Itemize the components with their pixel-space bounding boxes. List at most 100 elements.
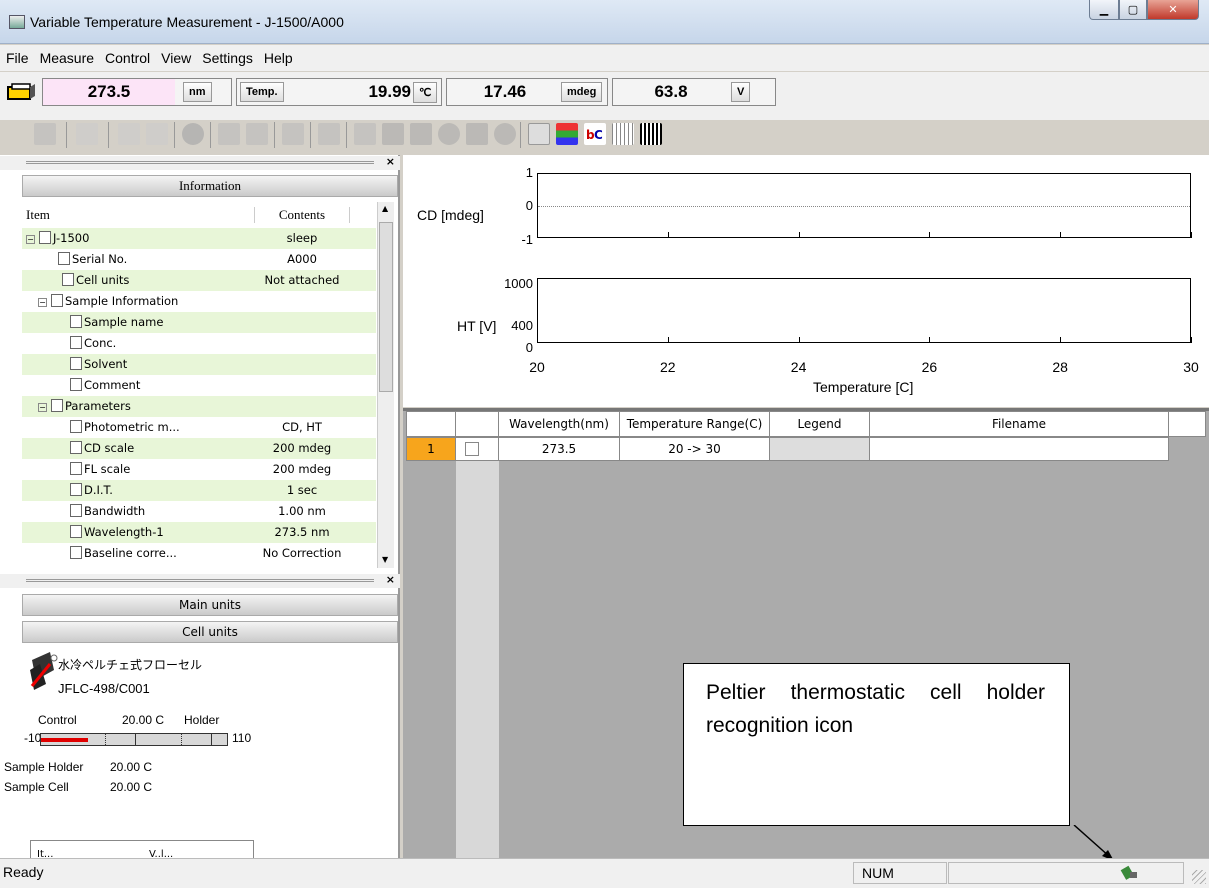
holder-label: Holder: [184, 713, 220, 727]
baseline-icon[interactable]: [246, 123, 268, 145]
cell-units-tab[interactable]: Cell units: [22, 621, 398, 643]
save-icon[interactable]: [34, 123, 56, 145]
wavelength-readout: 273.5 nm: [42, 78, 232, 106]
info-row[interactable]: Sample name: [22, 312, 376, 333]
x-tick-mark: [798, 232, 800, 238]
row-checkbox[interactable]: [465, 442, 479, 456]
disk-icon[interactable]: [146, 123, 168, 145]
col-temperature-range[interactable]: Temperature Range(C): [619, 411, 770, 437]
maximize-button[interactable]: ▢: [1119, 0, 1147, 20]
info-item: CD scale: [70, 441, 134, 455]
monitor-icon[interactable]: [318, 123, 340, 145]
bc-icon[interactable]: bC: [584, 123, 606, 145]
information-header[interactable]: Information: [22, 175, 398, 197]
info-row[interactable]: − Parameters: [22, 396, 376, 417]
bulb-icon[interactable]: [494, 123, 516, 145]
info-row[interactable]: CD scale 200 mdeg: [22, 438, 376, 459]
x-tick-mark: [1060, 232, 1062, 238]
row-wavelength[interactable]: 273.5: [498, 437, 620, 461]
info-pane-grip[interactable]: ×: [0, 155, 400, 170]
info-item-label: Cell units: [76, 273, 130, 287]
control-label: Control: [38, 713, 77, 727]
graph-icon[interactable]: [354, 123, 376, 145]
grid-check-header: [455, 411, 499, 437]
sample-cell-label: Sample Cell: [4, 780, 69, 794]
cd-readout: 17.46 mdeg: [446, 78, 608, 106]
title-bar: Variable Temperature Measurement - J-150…: [0, 0, 1209, 44]
info-item-label: Conc.: [84, 336, 117, 350]
grid-icon[interactable]: [612, 123, 634, 145]
info-scrollbar[interactable]: ▲ ▼: [377, 202, 394, 568]
info-row[interactable]: Solvent: [22, 354, 376, 375]
resize-grip[interactable]: [1192, 870, 1206, 884]
row-index[interactable]: 1: [406, 437, 456, 461]
col-contents[interactable]: Contents: [254, 207, 350, 223]
units-mini-table: It... V..l...: [30, 840, 254, 858]
stop-icon[interactable]: [182, 123, 204, 145]
status-num: NUM: [853, 862, 947, 884]
row-filename[interactable]: [869, 437, 1169, 461]
view-icon[interactable]: [528, 123, 550, 145]
close-units-pane-icon[interactable]: ×: [386, 573, 395, 586]
close-pane-icon[interactable]: ×: [386, 155, 395, 168]
info-row[interactable]: D.I.T. 1 sec: [22, 480, 376, 501]
info-row[interactable]: − J-1500 sleep: [22, 228, 376, 249]
color-bars-icon[interactable]: [556, 123, 578, 145]
data-icon[interactable]: [282, 123, 304, 145]
shutter-icon[interactable]: [438, 123, 460, 145]
ht-value: 63.8: [654, 82, 688, 101]
menu-settings[interactable]: Settings: [202, 50, 253, 66]
expand-toggle-icon[interactable]: −: [38, 298, 47, 307]
minimize-button[interactable]: ▁: [1089, 0, 1119, 20]
hand-icon[interactable]: [382, 123, 404, 145]
item-icon: [70, 546, 82, 559]
menu-view[interactable]: View: [161, 50, 191, 66]
sample-icon[interactable]: [218, 123, 240, 145]
info-contents: 1.00 nm: [278, 504, 326, 518]
info-row[interactable]: Bandwidth 1.00 nm: [22, 501, 376, 522]
main-units-tab[interactable]: Main units: [22, 594, 398, 616]
copy-icon[interactable]: [118, 123, 140, 145]
lamp-icon[interactable]: [466, 123, 488, 145]
row-range[interactable]: 20 -> 30: [619, 437, 770, 461]
ht-unit: V: [731, 82, 751, 102]
menu-file[interactable]: File: [6, 50, 29, 66]
units-pane-grip[interactable]: ×: [0, 573, 400, 588]
info-item-label: Solvent: [84, 357, 128, 371]
ht-readout: 63.8 V: [612, 78, 776, 106]
info-row[interactable]: Wavelength-1 273.5 nm: [22, 522, 376, 543]
histogram-icon[interactable]: [640, 123, 662, 145]
col-legend[interactable]: Legend: [769, 411, 870, 437]
cd-tick-mid: 0: [525, 198, 533, 213]
chart-icon[interactable]: [76, 123, 98, 145]
item-icon: [70, 525, 82, 538]
instrument-icon[interactable]: [6, 82, 36, 102]
graph-area: CD [mdeg] 1 0 -1 HT [V] 1000 400 0 Tempe…: [403, 155, 1209, 407]
info-item: Baseline corre...: [70, 546, 177, 560]
close-button[interactable]: ✕: [1147, 0, 1199, 20]
info-row[interactable]: Cell units Not attached: [22, 270, 376, 291]
info-row[interactable]: Serial No. A000: [22, 249, 376, 270]
expand-toggle-icon[interactable]: −: [38, 403, 47, 412]
info-row[interactable]: Comment: [22, 375, 376, 396]
menu-help[interactable]: Help: [264, 50, 293, 66]
info-row[interactable]: Photometric m... CD, HT: [22, 417, 376, 438]
col-wavelength[interactable]: Wavelength(nm): [498, 411, 620, 437]
col-filename[interactable]: Filename: [869, 411, 1169, 437]
col-item[interactable]: Item: [26, 207, 50, 223]
expand-toggle-icon[interactable]: −: [26, 235, 35, 244]
info-item: − J-1500: [26, 231, 89, 245]
info-row[interactable]: Conc.: [22, 333, 376, 354]
menu-control[interactable]: Control: [105, 50, 150, 66]
cd-ylabel: CD [mdeg]: [417, 207, 484, 223]
info-row[interactable]: Baseline corre... No Correction: [22, 543, 376, 564]
wavelength-set-icon[interactable]: [410, 123, 432, 145]
info-table: − J-1500 sleep Serial No. A000 Cell units Not …: [22, 228, 376, 568]
item-icon: [70, 336, 82, 349]
row-legend[interactable]: [769, 437, 870, 461]
info-row[interactable]: FL scale 200 mdeg: [22, 459, 376, 480]
info-row[interactable]: − Sample Information: [22, 291, 376, 312]
x-tick-mark: [929, 337, 931, 343]
menu-measure[interactable]: Measure: [40, 50, 94, 66]
item-icon: [70, 420, 82, 433]
